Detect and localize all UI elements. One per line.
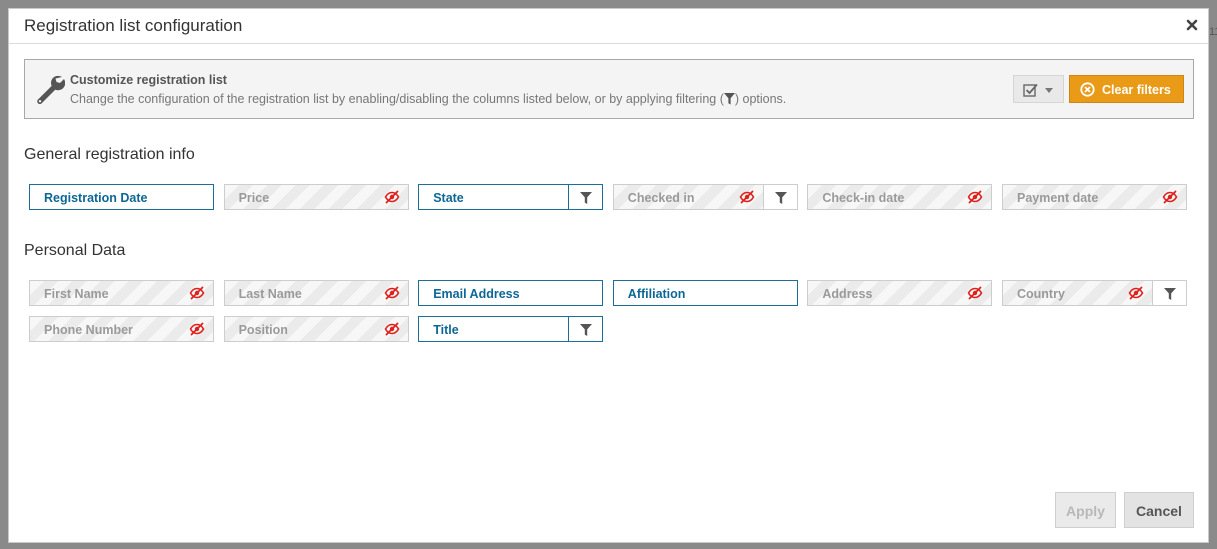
- info-text-start: Change the configuration of the registra…: [70, 92, 724, 106]
- column-label: Country: [1017, 287, 1065, 301]
- column-item-address: Address: [807, 280, 993, 306]
- column-toggle-position[interactable]: Position: [223, 316, 409, 342]
- column-toggle-dropdown[interactable]: [1013, 75, 1064, 103]
- column-item-affiliation: Affiliation: [612, 280, 798, 306]
- column-toggle-address[interactable]: Address: [807, 280, 993, 306]
- column-label: Last Name: [238, 287, 302, 301]
- column-label: Check-in date: [822, 191, 905, 205]
- dialog-header: Registration list configuration: [9, 9, 1208, 44]
- eye-slash-icon: [1162, 190, 1178, 204]
- column-label: Price: [238, 191, 270, 205]
- column-toggle-registration-date[interactable]: Registration Date: [29, 184, 214, 210]
- column-item-title: Title: [418, 316, 604, 342]
- column-label: Phone Number: [44, 323, 133, 337]
- filter-icon: [580, 192, 593, 204]
- column-item-phone-number: Phone Number: [29, 316, 214, 342]
- caret-down-icon: [1045, 88, 1053, 93]
- column-label: Email Address: [433, 287, 520, 301]
- column-item-payment-date: Payment date: [1002, 184, 1187, 210]
- apply-label: Apply: [1066, 503, 1105, 519]
- eye-slash-icon: [384, 322, 400, 336]
- apply-button[interactable]: Apply: [1055, 492, 1116, 528]
- close-button[interactable]: [1185, 18, 1199, 32]
- column-toggle-state[interactable]: State: [418, 184, 570, 210]
- checklist-icon: [1023, 83, 1038, 97]
- column-toggle-title[interactable]: Title: [418, 316, 570, 342]
- column-item-email-address: Email Address: [418, 280, 604, 306]
- column-label: State: [433, 191, 464, 205]
- section-title-general: General registration info: [24, 146, 195, 163]
- customize-info-box: Customize registration list Change the c…: [24, 59, 1194, 119]
- config-dialog: Registration list configuration Customiz…: [8, 8, 1209, 543]
- column-item-last-name: Last Name: [223, 280, 409, 306]
- column-label: Affiliation: [627, 287, 686, 301]
- filter-button-title[interactable]: [568, 316, 604, 342]
- column-label: Title: [433, 323, 459, 337]
- column-toggle-last-name[interactable]: Last Name: [223, 280, 409, 306]
- eye-slash-icon: [739, 190, 755, 204]
- column-toggle-country[interactable]: Country: [1002, 280, 1153, 306]
- column-toggle-email-address[interactable]: Email Address: [418, 280, 604, 306]
- filter-icon: [580, 324, 593, 336]
- eye-slash-icon: [967, 286, 983, 300]
- column-label: Registration Date: [44, 191, 148, 205]
- info-text-end: ) options.: [734, 92, 787, 106]
- cancel-label: Cancel: [1136, 503, 1182, 519]
- eye-slash-icon: [189, 286, 205, 300]
- clear-filters-button[interactable]: Clear filters: [1069, 75, 1184, 103]
- column-label: Position: [238, 323, 288, 337]
- column-item-country: Country: [1002, 280, 1187, 306]
- column-item-position: Position: [223, 316, 409, 342]
- column-toggle-phone-number[interactable]: Phone Number: [29, 316, 214, 342]
- column-item-price: Price: [223, 184, 409, 210]
- backdrop-text: 11: [1209, 26, 1217, 38]
- eye-slash-icon: [189, 322, 205, 336]
- filter-icon: [1164, 288, 1176, 300]
- eye-slash-icon: [384, 190, 400, 204]
- info-text: Change the configuration of the registra…: [70, 92, 786, 106]
- info-title: Customize registration list: [70, 73, 227, 87]
- column-toggle-affiliation[interactable]: Affiliation: [612, 280, 798, 306]
- column-item-check-in-date: Check-in date: [807, 184, 993, 210]
- column-toggle-payment-date[interactable]: Payment date: [1002, 184, 1187, 210]
- close-icon: [1186, 19, 1198, 31]
- eye-slash-icon: [384, 286, 400, 300]
- dialog-title: Registration list configuration: [24, 16, 243, 35]
- column-item-registration-date: Registration Date: [29, 184, 214, 210]
- column-toggle-price[interactable]: Price: [223, 184, 409, 210]
- clear-filters-label: Clear filters: [1102, 83, 1171, 97]
- filter-icon: [774, 192, 787, 204]
- filter-icon: [723, 93, 735, 105]
- column-label: First Name: [44, 287, 109, 301]
- column-label: Checked in: [627, 191, 695, 205]
- section-title-personal: Personal Data: [24, 242, 126, 259]
- column-toggle-first-name[interactable]: First Name: [29, 280, 214, 306]
- column-label: Address: [822, 287, 873, 301]
- column-toggle-check-in-date[interactable]: Check-in date: [807, 184, 993, 210]
- filter-button-country[interactable]: [1152, 280, 1187, 306]
- filter-button-checked-in[interactable]: [762, 184, 798, 210]
- x-circle-icon: [1080, 82, 1095, 97]
- column-item-first-name: First Name: [29, 280, 214, 306]
- wrench-icon: [37, 75, 65, 104]
- cancel-button[interactable]: Cancel: [1124, 492, 1194, 528]
- filter-button-state[interactable]: [568, 184, 604, 210]
- eye-slash-icon: [967, 190, 983, 204]
- eye-slash-icon: [1128, 286, 1144, 300]
- column-item-state: State: [418, 184, 604, 210]
- column-toggle-checked-in[interactable]: Checked in: [612, 184, 764, 210]
- column-item-checked-in: Checked in: [612, 184, 798, 210]
- column-label: Payment date: [1017, 191, 1099, 205]
